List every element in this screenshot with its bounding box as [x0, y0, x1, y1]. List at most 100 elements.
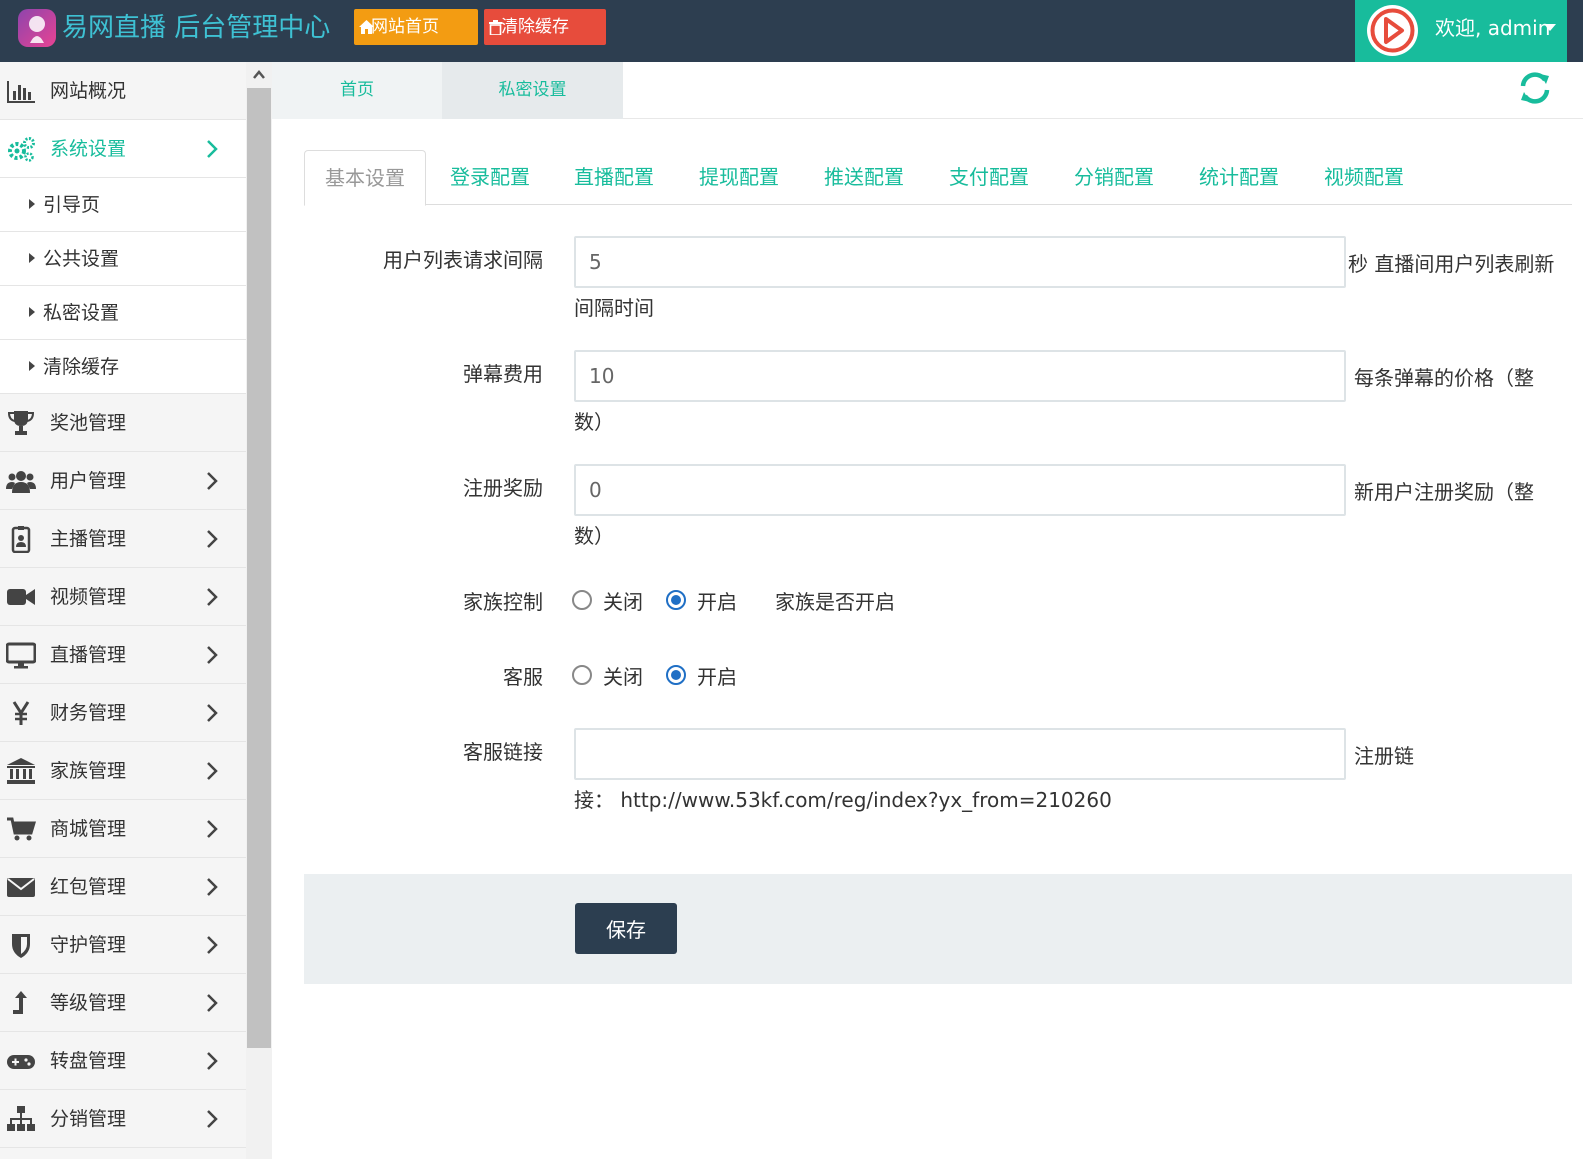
cart-icon — [7, 817, 36, 841]
caret-right-icon — [29, 199, 35, 209]
yen-icon — [12, 701, 30, 725]
register-reward-label: 注册奖励 — [463, 476, 543, 500]
settings-tabs: 基本设置 登录配置 直播配置 提现配置 推送配置 支付配置 分销配置 统计配置 … — [304, 150, 1572, 206]
tab-push-config[interactable]: 推送配置 — [804, 150, 924, 205]
submenu-item-label: 清除缓存 — [43, 356, 120, 378]
gamepad-icon — [7, 1055, 35, 1069]
sidebar-item-guard[interactable]: 守护管理 — [0, 916, 246, 974]
sidebar-item-jackpot[interactable]: 奖池管理 — [0, 394, 246, 452]
family-control-on-radio[interactable] — [666, 590, 686, 610]
sidebar-item-users[interactable]: 用户管理 — [0, 452, 246, 510]
sidebar-item-videos[interactable]: 视频管理 — [0, 568, 246, 626]
top-header: 易网直播 后台管理中心 网站首页 清除缓存 欢迎, admin — [0, 0, 1583, 62]
caret-right-icon — [29, 361, 35, 371]
family-control-on-label[interactable]: 开启 — [697, 586, 737, 615]
customer-service-on-label[interactable]: 开启 — [697, 661, 737, 690]
sidebar-item-live[interactable]: 直播管理 — [0, 626, 246, 684]
scroll-up-icon[interactable] — [246, 62, 272, 88]
bar-chart-icon — [7, 81, 35, 103]
sidebar-item-label: 奖池管理 — [50, 412, 127, 434]
submenu-item-clear-cache[interactable]: 清除缓存 — [0, 340, 246, 394]
website-home-button[interactable]: 网站首页 — [354, 9, 478, 45]
tab-withdraw-config[interactable]: 提现配置 — [679, 150, 799, 205]
user-menu[interactable]: 欢迎, admin — [1355, 0, 1567, 62]
submenu-item-guide[interactable]: 引导页 — [0, 178, 246, 232]
tab-basic-settings[interactable]: 基本设置 — [304, 150, 426, 206]
sidebar-item-distribution[interactable]: 分销管理 — [0, 1090, 246, 1148]
shield-icon — [12, 934, 30, 958]
chevron-right-icon — [207, 704, 218, 722]
tab-payment-config[interactable]: 支付配置 — [929, 150, 1049, 205]
chevron-right-icon — [207, 588, 218, 606]
submenu-item-label: 私密设置 — [43, 302, 120, 324]
sidebar-item-label: 红包管理 — [50, 876, 127, 898]
page-tab-bar: 首页 私密设置 × — [272, 62, 1583, 119]
desktop-icon — [6, 642, 36, 669]
sidebar-scrollbar[interactable] — [246, 62, 272, 1159]
sitemap-icon — [7, 1106, 35, 1131]
sidebar-item-overview[interactable]: 网站概况 — [0, 62, 246, 120]
sidebar-item-label: 转盘管理 — [50, 1050, 127, 1072]
submenu-item-private-settings[interactable]: 私密设置 — [0, 286, 246, 340]
sidebar-item-label: 直播管理 — [50, 644, 127, 666]
sidebar-item-finance[interactable]: 财务管理 — [0, 684, 246, 742]
sidebar-item-shop[interactable]: 商城管理 — [0, 800, 246, 858]
sidebar-item-label: 视频管理 — [50, 586, 127, 608]
user-list-interval-input[interactable] — [574, 236, 1346, 288]
sidebar-item-label: 财务管理 — [50, 702, 127, 724]
sidebar-item-family[interactable]: 家族管理 — [0, 742, 246, 800]
tab-login-config[interactable]: 登录配置 — [430, 150, 550, 205]
envelope-icon — [7, 878, 35, 897]
save-button[interactable]: 保存 — [575, 903, 677, 954]
family-control-help: 家族是否开启 — [775, 590, 895, 614]
tab-video-config[interactable]: 视频配置 — [1304, 150, 1424, 205]
bank-icon — [7, 758, 35, 784]
scrollbar-thumb[interactable] — [247, 88, 271, 1048]
page-tab-private-settings[interactable]: 私密设置 × — [442, 62, 777, 119]
family-control-off-label[interactable]: 关闭 — [603, 586, 643, 615]
sidebar-item-anchors[interactable]: 主播管理 — [0, 510, 246, 568]
users-icon — [6, 471, 36, 493]
website-home-label: 网站首页 — [371, 17, 439, 37]
tab-live-config[interactable]: 直播配置 — [554, 150, 674, 205]
sidebar-item-wheel[interactable]: 转盘管理 — [0, 1032, 246, 1090]
submenu-item-label: 引导页 — [43, 194, 101, 216]
video-camera-icon — [7, 589, 35, 605]
close-icon[interactable]: × — [764, 62, 777, 119]
chevron-right-icon — [207, 762, 218, 780]
customer-service-on-radio[interactable] — [666, 665, 686, 685]
customer-service-label: 客服 — [503, 665, 543, 689]
chevron-right-icon — [207, 646, 218, 664]
home-icon — [359, 20, 374, 34]
sidebar-item-label: 分销管理 — [50, 1108, 127, 1130]
page-tab-home[interactable]: 首页 — [272, 62, 442, 119]
user-list-interval-label: 用户列表请求间隔 — [383, 248, 543, 272]
trophy-icon — [7, 411, 35, 435]
customer-service-off-radio[interactable] — [572, 665, 592, 685]
welcome-text: 欢迎, admin — [1435, 16, 1551, 40]
danmaku-fee-help-cont: 数） — [574, 410, 614, 434]
service-link-label: 客服链接 — [463, 740, 543, 764]
submenu-item-public-settings[interactable]: 公共设置 — [0, 232, 246, 286]
sidebar-item-red-packet[interactable]: 红包管理 — [0, 858, 246, 916]
sidebar-item-level[interactable]: 等级管理 — [0, 974, 246, 1032]
tab-distribution-config[interactable]: 分销配置 — [1054, 150, 1174, 205]
chevron-right-icon — [207, 936, 218, 954]
page-tab-label: 首页 — [340, 80, 374, 100]
form-actions-bar: 保存 — [304, 874, 1572, 984]
register-reward-input[interactable] — [574, 464, 1346, 516]
chevron-right-icon — [207, 1110, 218, 1128]
danmaku-fee-label: 弹幕费用 — [463, 362, 543, 386]
family-control-off-radio[interactable] — [572, 590, 592, 610]
clear-cache-label: 清除缓存 — [501, 17, 569, 37]
refresh-icon[interactable] — [1517, 70, 1553, 106]
customer-service-off-label[interactable]: 关闭 — [603, 661, 643, 690]
trash-icon — [489, 20, 502, 35]
chevron-right-icon — [207, 140, 218, 158]
tab-statistics-config[interactable]: 统计配置 — [1179, 150, 1299, 205]
sidebar-item-label: 网站概况 — [50, 80, 127, 102]
clear-cache-button[interactable]: 清除缓存 — [484, 9, 606, 45]
sidebar-item-system-settings[interactable]: 系统设置 — [0, 120, 246, 178]
service-link-input[interactable] — [574, 728, 1346, 780]
danmaku-fee-input[interactable] — [574, 350, 1346, 402]
